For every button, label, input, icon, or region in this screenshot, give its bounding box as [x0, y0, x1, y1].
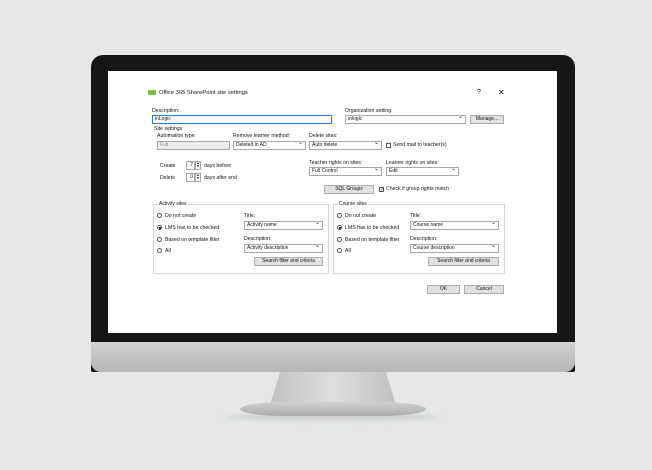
activity-lms-label: LMS has to be checked [165, 225, 220, 231]
activity-radio-template[interactable] [157, 237, 162, 242]
activity-radio-all[interactable] [157, 248, 162, 253]
close-icon[interactable]: ✕ [498, 88, 505, 97]
course-radio-all[interactable] [337, 248, 342, 253]
monitor-stand-base [240, 402, 426, 416]
activity-template-label: Based on template filter [165, 237, 220, 243]
course-description-select[interactable]: Course description [410, 244, 499, 253]
organization-label: Organization setting: [345, 108, 393, 114]
create-days-input[interactable]: 7 [186, 161, 195, 170]
organization-select[interactable]: inlogic [345, 115, 466, 124]
activity-title-select[interactable]: Activity name [244, 221, 323, 230]
activity-search-filter-button[interactable]: Search filter and criteria [254, 257, 323, 266]
delete-sites-select[interactable]: Auto delete [309, 141, 382, 150]
delete-days-input[interactable]: 0 [186, 173, 195, 182]
description-label: Description: [152, 108, 180, 114]
course-template-label: Based on template filter [345, 237, 400, 243]
send-mail-label: Send mail to teacher(s) [393, 142, 447, 148]
teacher-rights-select[interactable]: Full Control [309, 167, 382, 176]
sharepoint-settings-dialog: Office 365 SharePoint site settings ? ✕ … [144, 86, 515, 305]
send-mail-checkbox[interactable] [386, 143, 391, 148]
activity-description-label: Description: [244, 236, 272, 242]
course-not-create-label: Do not create [345, 213, 377, 219]
create-days-spinner[interactable]: ▲ ▼ [195, 161, 201, 170]
activity-sites-legend: Activity sites [158, 201, 188, 207]
course-lms-label: LMS has to be checked [345, 225, 400, 231]
course-radio-lms[interactable] [337, 225, 342, 230]
course-all-label: All [345, 248, 351, 254]
activity-title-label: Title: [244, 213, 256, 219]
remove-learner-select[interactable]: Deleted in AD [233, 141, 306, 150]
create-label: Create [160, 163, 176, 169]
site-settings-label: Site settings [154, 126, 183, 132]
cancel-button[interactable]: Cancel [464, 285, 504, 294]
days-after-label: days after end [204, 175, 237, 181]
ok-button[interactable]: OK [427, 285, 460, 294]
activity-description-select[interactable]: Activity description [244, 244, 323, 253]
help-button[interactable]: ? [477, 89, 481, 96]
monitor-chin [91, 342, 575, 372]
course-title-select[interactable]: Course name [410, 221, 499, 230]
course-title-label: Title: [410, 213, 422, 219]
check-group-rights-checkbox[interactable]: ✓ [379, 187, 384, 193]
course-radio-template[interactable] [337, 237, 342, 242]
title-bar: Office 365 SharePoint site settings ? ✕ [144, 86, 515, 100]
app-icon [148, 90, 156, 95]
description-input[interactable]: inLogic [152, 115, 332, 124]
sql-groups-button[interactable]: SQL Groups [324, 185, 374, 194]
days-before-label: days before [204, 163, 232, 169]
delete-sites-label: Delete sites: [309, 133, 338, 139]
remove-learner-label: Remove learner method: [233, 133, 291, 139]
course-radio-not-create[interactable] [337, 213, 342, 218]
learner-rights-select[interactable]: Edit [386, 167, 459, 176]
course-sites-legend: Course sites [338, 201, 368, 207]
check-group-rights-label: Check if group rights match [386, 186, 450, 192]
activity-radio-not-create[interactable] [157, 213, 162, 218]
course-description-label: Description: [410, 236, 438, 242]
activity-radio-lms[interactable] [157, 225, 162, 230]
course-search-filter-button[interactable]: Search filter and criteria [428, 257, 499, 266]
delete-label: Delete [160, 175, 175, 181]
activity-not-create-label: Do not create [165, 213, 197, 219]
monitor-stand [270, 372, 396, 405]
automation-type-label: Automation type: [157, 133, 196, 139]
delete-days-spinner[interactable]: ▲ ▼ [195, 173, 201, 182]
dialog-title: Office 365 SharePoint site settings [159, 90, 248, 96]
manage-button[interactable]: Manage... [470, 115, 504, 124]
learner-rights-label: Learner rights on sites: [386, 160, 439, 166]
teacher-rights-label: Teacher rights on sites: [309, 160, 363, 166]
automation-type-select[interactable]: Full [157, 141, 230, 150]
activity-all-label: All [165, 248, 171, 254]
